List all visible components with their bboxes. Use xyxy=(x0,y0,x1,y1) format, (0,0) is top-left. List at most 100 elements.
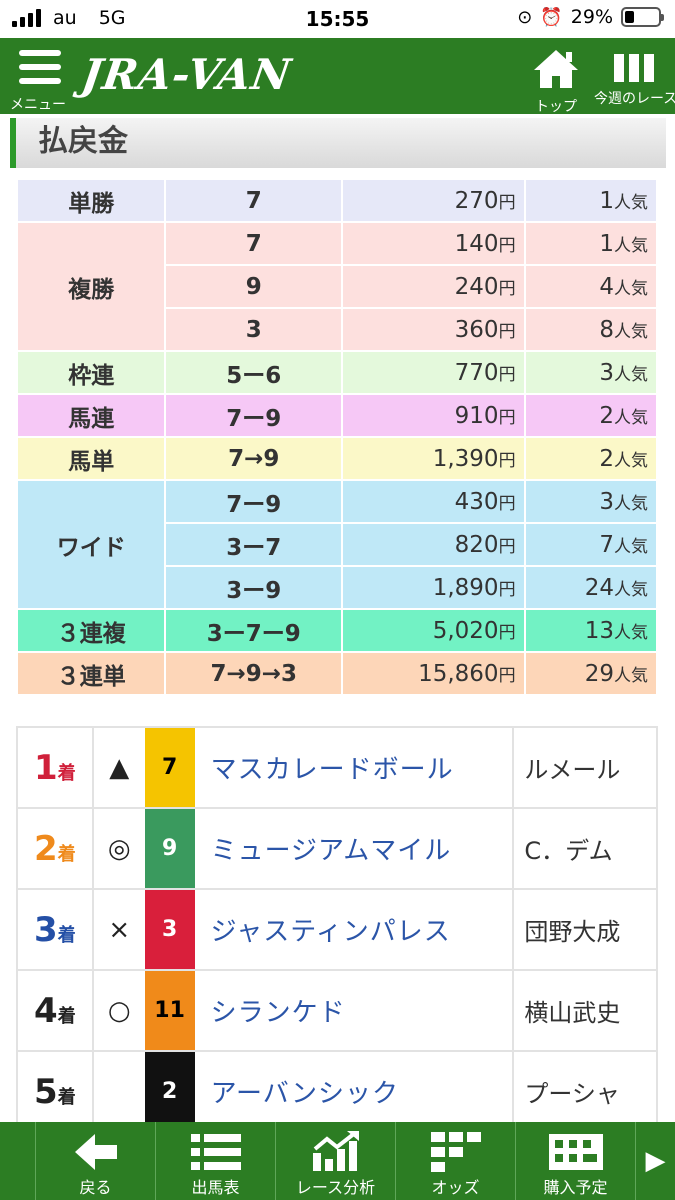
horse-name-link[interactable]: ジャスティンパレス xyxy=(194,889,514,971)
battery-percent: 29% xyxy=(570,6,613,28)
prediction-mark xyxy=(91,1051,145,1133)
combination: 3ー7 xyxy=(166,524,341,565)
payout-amount: 240円 xyxy=(343,266,524,307)
bottom-nav: 戻る 出馬表 レース分析 オッズ 購入予定 ▶ xyxy=(0,1122,675,1200)
finish-position: 5着 xyxy=(16,1051,93,1133)
bet-type-label: 単勝 xyxy=(18,180,165,221)
payout-table: 単勝 7 270円 1人気 複勝 7 140円 1人気 9 240円 4人気 3… xyxy=(16,178,658,696)
app-header: メニュー JRA-VAN トップ 今週のレース xyxy=(0,38,675,116)
payout-row-sanrentan: ３連単 7→9→3 15,860円 29人気 xyxy=(18,653,656,694)
arrow-left-icon xyxy=(74,1134,117,1170)
popularity: 7人気 xyxy=(525,524,656,565)
finish-position: 1着 xyxy=(16,726,93,809)
bet-type-label: ３連単 xyxy=(18,653,165,694)
combination: 7ー9 xyxy=(166,481,341,522)
odds-button[interactable]: オッズ xyxy=(396,1122,516,1200)
bet-type-label: 複勝 xyxy=(18,223,165,350)
horse-name-link[interactable]: マスカレードボール xyxy=(194,726,514,809)
popularity: 2人気 xyxy=(525,395,656,436)
combination: 7 xyxy=(166,180,341,221)
popularity: 1人気 xyxy=(525,223,656,264)
payout-amount: 770円 xyxy=(343,352,524,393)
menu-button[interactable]: メニュー xyxy=(10,50,68,113)
race-analysis-label: レース分析 xyxy=(295,1178,376,1197)
payout-amount: 1,390円 xyxy=(343,438,524,479)
payout-amount: 820円 xyxy=(343,524,524,565)
race-card-button[interactable]: 出馬表 xyxy=(156,1122,276,1200)
popularity: 1人気 xyxy=(525,180,656,221)
status-bar: au 5G 15:55 ⊙ ⏰ 29% xyxy=(0,0,675,38)
menu-label: メニュー xyxy=(10,97,66,113)
home-button[interactable]: トップ xyxy=(530,48,582,116)
this-week-races-label: 今週のレース xyxy=(594,91,675,107)
prediction-mark: ◎ xyxy=(91,808,145,890)
bet-type-label: 枠連 xyxy=(18,352,165,393)
bet-type-label: 馬単 xyxy=(18,438,165,479)
popularity: 8人気 xyxy=(525,309,656,350)
payout-row-sanrenpuku: ３連複 3ー7ー9 5,020円 13人気 xyxy=(18,610,656,651)
prediction-mark: ○ xyxy=(91,970,145,1052)
this-week-races-button[interactable]: 今週のレース xyxy=(594,48,675,108)
chevron-right-icon: ▶ xyxy=(645,1146,666,1176)
back-button[interactable]: 戻る xyxy=(36,1122,156,1200)
page-title: 払戻金 xyxy=(10,118,666,168)
popularity: 4人気 xyxy=(525,266,656,307)
combination: 3ー7ー9 xyxy=(166,610,341,651)
combination: 9 xyxy=(166,266,341,307)
bet-type-label: ３連複 xyxy=(18,610,165,651)
columns-icon xyxy=(594,48,674,86)
popularity: 3人気 xyxy=(525,481,656,522)
result-row[interactable]: 1着 ▲ 7 マスカレードボール ルメール xyxy=(16,726,658,809)
home-label: トップ xyxy=(535,99,577,115)
payout-amount: 360円 xyxy=(343,309,524,350)
finish-position: 2着 xyxy=(16,808,93,890)
popularity: 29人気 xyxy=(525,653,656,694)
horse-number-badge: 3 xyxy=(144,889,195,971)
bet-type-label: ワイド xyxy=(18,481,165,608)
payout-amount: 430円 xyxy=(343,481,524,522)
jockey-name: 横山武史 xyxy=(512,970,658,1052)
rotation-lock-icon: ⊙ xyxy=(517,6,533,28)
payout-amount: 5,020円 xyxy=(343,610,524,651)
combination: 3 xyxy=(166,309,341,350)
jra-van-logo[interactable]: JRA-VAN xyxy=(79,50,295,99)
bet-type-label: 馬連 xyxy=(18,395,165,436)
hamburger-icon xyxy=(19,50,61,84)
result-row[interactable]: 5着 2 アーバンシック プーシャ xyxy=(16,1051,658,1133)
payout-amount: 270円 xyxy=(343,180,524,221)
result-row[interactable]: 3着 × 3 ジャスティンパレス 団野大成 xyxy=(16,889,658,971)
horse-number-badge: 2 xyxy=(144,1051,195,1133)
horse-name-link[interactable]: ミュージアムマイル xyxy=(194,808,514,890)
combination: 7ー9 xyxy=(166,395,341,436)
combination: 3ー9 xyxy=(166,567,341,608)
horse-number-badge: 11 xyxy=(144,970,195,1052)
payout-amount: 1,890円 xyxy=(343,567,524,608)
race-card-label: 出馬表 xyxy=(191,1178,240,1197)
combination: 7→9→3 xyxy=(166,653,341,694)
payout-row-wide: ワイド 7ー9 430円 3人気 xyxy=(18,481,656,608)
alarm-icon: ⏰ xyxy=(540,6,563,28)
popularity: 3人気 xyxy=(525,352,656,393)
purchase-plan-button[interactable]: 購入予定 xyxy=(516,1122,636,1200)
payout-amount: 140円 xyxy=(343,223,524,264)
list-icon xyxy=(190,1134,241,1170)
payout-row-fukusho: 複勝 7 140円 1人気 xyxy=(18,223,656,350)
race-results-table: 1着 ▲ 7 マスカレードボール ルメール 2着 ◎ 9 ミュージアムマイル C．デム 3着 × 3 ジャ… xyxy=(16,726,658,1133)
result-row[interactable]: 2着 ◎ 9 ミュージアムマイル C．デム xyxy=(16,808,658,890)
payout-row-umaren: 馬連 7ー9 910円 2人気 xyxy=(18,395,656,436)
horse-name-link[interactable]: シランケド xyxy=(194,970,514,1052)
popularity: 24人気 xyxy=(525,567,656,608)
jockey-name: プーシャ xyxy=(512,1051,658,1133)
prediction-mark: × xyxy=(91,889,145,971)
prediction-mark: ▲ xyxy=(91,726,145,809)
payout-row-wakuren: 枠連 5ー6 770円 3人気 xyxy=(18,352,656,393)
result-row[interactable]: 4着 ○ 11 シランケド 横山武史 xyxy=(16,970,658,1052)
chart-icon xyxy=(312,1131,359,1171)
payout-row-umatan: 馬単 7→9 1,390円 2人気 xyxy=(18,438,656,479)
payout-row-tansho: 単勝 7 270円 1人気 xyxy=(18,180,656,221)
race-analysis-button[interactable]: レース分析 xyxy=(276,1122,396,1200)
horse-name-link[interactable]: アーバンシック xyxy=(194,1051,514,1133)
nav-more-button[interactable]: ▶ xyxy=(636,1122,675,1200)
combination: 5ー6 xyxy=(166,352,341,393)
jockey-name: 団野大成 xyxy=(512,889,658,971)
